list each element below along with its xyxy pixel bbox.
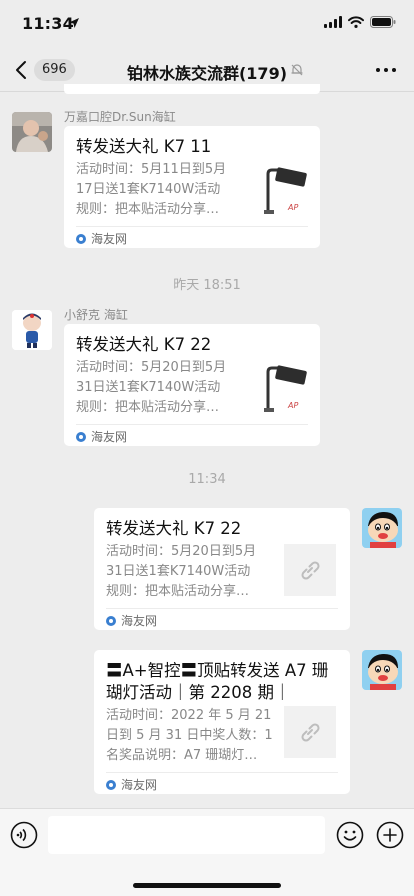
battery-icon xyxy=(370,16,396,28)
card-description: 活动时间：5月20日到5月 31日送1套K7140W活动 规则：把本贴活动分享… xyxy=(76,360,227,415)
cartoon-character-avatar-icon xyxy=(12,310,52,350)
source-name: 海友网 xyxy=(91,232,128,246)
timestamp: 11:34 xyxy=(188,472,226,487)
sender-avatar[interactable] xyxy=(12,112,52,152)
voice-input-button[interactable] xyxy=(10,821,38,849)
link-thumbnail xyxy=(284,706,336,758)
sender-name: 万嘉口腔Dr.Sun海缸 xyxy=(64,110,176,124)
thumb-watermark: AP xyxy=(287,203,298,212)
card-title: 转发送大礼 K7 22 xyxy=(106,519,242,538)
card-description: 活动时间：2022 年 5 月 21 日到 5 月 31 日中奖人数：1 名奖品说明… xyxy=(106,708,273,763)
status-bar: 11:34 xyxy=(0,0,414,48)
status-time: 11:34 xyxy=(22,14,74,33)
card-title: 转发送大礼 K7 22 xyxy=(76,335,212,354)
cartoon-boy-avatar-icon xyxy=(362,508,402,548)
source-name: 海友网 xyxy=(91,430,128,444)
cartoon-boy-avatar-icon xyxy=(362,650,402,690)
sender-name: 小舒克 海缸 xyxy=(64,308,128,322)
link-icon xyxy=(301,561,320,580)
card-description: 活动时间：5月11日到5月 17日送1套K7140W活动 规则：把本贴活动分享… xyxy=(76,162,227,217)
mute-bell-icon xyxy=(291,64,303,76)
link-thumbnail xyxy=(284,544,336,596)
link-card[interactable]: 转发送大礼 K7 22 活动时间：5月20日到5月 31日送1套K7140W活动规… xyxy=(94,508,350,630)
card-divider xyxy=(76,226,308,227)
person-photo-avatar-icon xyxy=(12,112,52,152)
location-arrow-icon xyxy=(69,18,79,28)
card-source: 海友网 xyxy=(76,428,127,445)
chat-title: 铂林水族交流群(179) xyxy=(126,64,288,83)
card-source: 海友网 xyxy=(76,230,127,247)
source-app-icon xyxy=(106,779,116,790)
cellular-signal-icon xyxy=(324,16,342,28)
sender-avatar[interactable] xyxy=(12,310,52,350)
card-source: 海友网 xyxy=(106,612,157,629)
source-name: 海友网 xyxy=(121,614,158,628)
emoji-button[interactable] xyxy=(336,821,364,849)
source-app-icon xyxy=(76,233,86,244)
message-input[interactable] xyxy=(48,816,325,854)
link-icon xyxy=(301,723,320,742)
link-card[interactable]: 〓A+智控〓顶贴转发送 A7 珊瑚灯活动｜第 2208 期｜ 活动时间：2022… xyxy=(94,650,350,794)
card-divider xyxy=(106,608,338,609)
card-description: 活动时间：5月20日到5月 31日送1套K7140W活动 规则：把本贴活动分享… xyxy=(106,544,257,599)
status-icons xyxy=(324,16,396,28)
more-options-button[interactable] xyxy=(374,60,398,80)
link-card[interactable]: 转发送大礼 K7 11 活动时间：5月11日到5月 17日送1套K7140W活动规… xyxy=(64,126,320,248)
my-avatar[interactable] xyxy=(362,508,402,548)
card-divider xyxy=(76,424,308,425)
more-functions-button[interactable] xyxy=(376,821,404,849)
source-app-icon xyxy=(76,431,86,442)
led-light-thumbnail-icon: AP xyxy=(254,166,310,218)
led-light-thumbnail-icon: AP xyxy=(254,364,310,416)
previous-message-edge xyxy=(64,84,320,94)
card-source: 海友网 xyxy=(106,776,157,793)
home-indicator[interactable] xyxy=(133,883,281,888)
chat-input-bar xyxy=(0,808,414,896)
source-app-icon xyxy=(106,615,116,626)
card-divider xyxy=(106,772,338,773)
my-avatar[interactable] xyxy=(362,650,402,690)
card-title: 〓A+智控〓顶贴转发送 A7 珊瑚灯活动｜第 2208 期｜ xyxy=(106,661,329,702)
link-card[interactable]: 转发送大礼 K7 22 活动时间：5月20日到5月 31日送1套K7140W活动规… xyxy=(64,324,320,446)
wifi-icon xyxy=(348,16,364,28)
thumb-watermark: AP xyxy=(287,401,298,410)
source-name: 海友网 xyxy=(121,778,158,792)
card-title: 转发送大礼 K7 11 xyxy=(76,137,212,156)
timestamp: 昨天 18:51 xyxy=(173,278,241,293)
